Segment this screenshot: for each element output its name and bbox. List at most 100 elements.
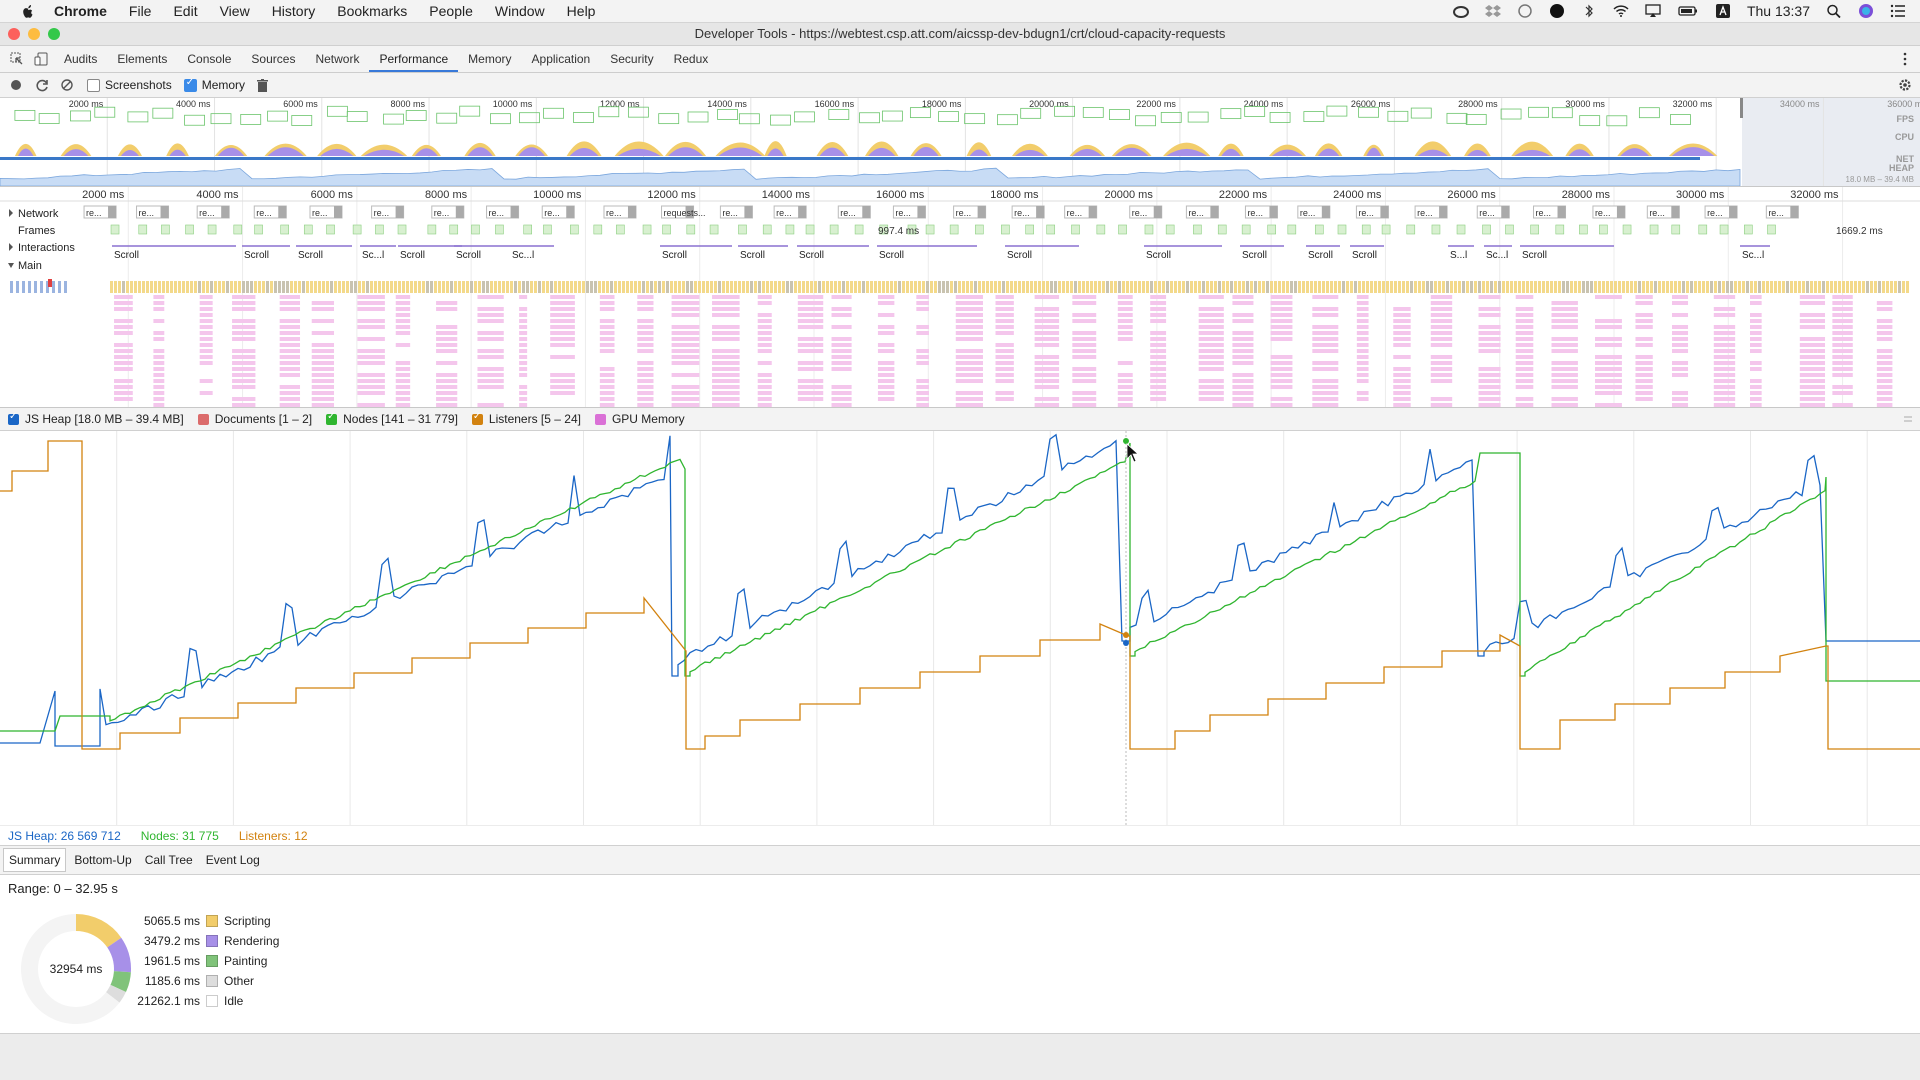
main-thread-paint-slice bbox=[1713, 313, 1736, 317]
frame-block bbox=[161, 224, 170, 235]
tab-redux[interactable]: Redux bbox=[664, 46, 719, 72]
main-thread-task bbox=[1174, 281, 1177, 293]
tab-network[interactable]: Network bbox=[305, 46, 369, 72]
close-window-button[interactable] bbox=[8, 28, 20, 40]
tab-elements[interactable]: Elements bbox=[107, 46, 177, 72]
reload-profile-icon[interactable] bbox=[36, 79, 49, 92]
main-thread-task bbox=[1814, 281, 1817, 293]
frame-block bbox=[185, 224, 194, 235]
timeline-flamechart[interactable]: 2000 ms 4000 ms 6000 ms 8000 ms 10000 ms 1200… bbox=[0, 187, 1920, 407]
main-thread-task bbox=[1486, 281, 1489, 293]
apple-icon[interactable] bbox=[20, 3, 36, 19]
menu-people[interactable]: People bbox=[429, 3, 473, 19]
zoom-window-button[interactable] bbox=[48, 28, 60, 40]
siri-icon[interactable] bbox=[1858, 4, 1874, 18]
main-thread-paint-slice bbox=[637, 391, 654, 395]
main-thread-task bbox=[1750, 281, 1753, 293]
main-thread-task bbox=[1250, 281, 1253, 293]
sync-icon[interactable] bbox=[1517, 4, 1533, 18]
legend-nodes[interactable]: Nodes [141 – 31 779] bbox=[326, 411, 458, 426]
input-source-icon[interactable] bbox=[1715, 4, 1731, 18]
overview-graph[interactable]: 2000 ms 4000 ms 6000 ms 8000 ms 10000 ms 1200… bbox=[0, 98, 1920, 187]
more-menu-icon[interactable] bbox=[1902, 52, 1908, 66]
listeners-checkbox[interactable] bbox=[471, 411, 483, 425]
main-thread-task bbox=[1506, 281, 1509, 293]
battery-icon[interactable] bbox=[1677, 4, 1699, 18]
main-thread-task bbox=[366, 281, 369, 293]
inspect-element-icon[interactable] bbox=[10, 52, 24, 66]
airplay-icon[interactable] bbox=[1645, 4, 1661, 18]
menu-edit[interactable]: Edit bbox=[173, 3, 197, 19]
timeline-overview[interactable]: 2000 ms 4000 ms 6000 ms 8000 ms 10000 ms 1200… bbox=[0, 98, 1920, 187]
timeline-tracks[interactable]: 2000 ms 4000 ms 6000 ms 8000 ms 10000 ms 1200… bbox=[0, 187, 1920, 408]
main-thread-task bbox=[778, 281, 781, 293]
main-thread-paint-slice bbox=[955, 379, 983, 383]
fps-bar bbox=[1187, 111, 1209, 123]
bluetooth-icon[interactable] bbox=[1581, 4, 1597, 18]
main-thread-paint-slice bbox=[1750, 349, 1762, 353]
capture-settings-icon[interactable] bbox=[1898, 78, 1912, 92]
menu-file[interactable]: File bbox=[129, 3, 152, 19]
main-thread-paint-slice bbox=[1515, 367, 1534, 371]
tab-audits[interactable]: Audits bbox=[54, 46, 107, 72]
gpu-memory-checkbox[interactable] bbox=[594, 413, 606, 425]
spotlight-icon[interactable] bbox=[1826, 4, 1842, 18]
main-thread-paint-slice bbox=[1478, 307, 1501, 311]
wifi-icon[interactable] bbox=[1613, 4, 1629, 18]
track-expand-arrow bbox=[9, 243, 13, 251]
tab-call-tree[interactable]: Call Tree bbox=[140, 849, 198, 871]
main-thread-paint-slice bbox=[1312, 349, 1339, 353]
legend-listeners[interactable]: Listeners [5 – 24] bbox=[471, 411, 581, 426]
tab-performance[interactable]: Performance bbox=[369, 46, 459, 72]
main-thread-paint-slice bbox=[1478, 337, 1501, 341]
network-request-tail bbox=[977, 206, 986, 218]
documents-checkbox[interactable] bbox=[197, 413, 209, 425]
counter-graph[interactable] bbox=[0, 431, 1920, 825]
dropbox-icon[interactable] bbox=[1484, 4, 1501, 18]
tab-bottom-up[interactable]: Bottom-Up bbox=[69, 849, 136, 871]
menu-help[interactable]: Help bbox=[567, 3, 596, 19]
main-thread-task bbox=[906, 281, 909, 293]
skype-icon[interactable] bbox=[1549, 4, 1565, 18]
tab-event-log[interactable]: Event Log bbox=[201, 849, 265, 871]
minimize-window-button[interactable] bbox=[28, 28, 40, 40]
tab-summary[interactable]: Summary bbox=[3, 848, 67, 872]
nodes-checkbox[interactable] bbox=[326, 411, 338, 425]
main-thread-task bbox=[1374, 281, 1377, 293]
creative-cloud-icon[interactable] bbox=[1452, 4, 1469, 18]
memory-checkbox[interactable] bbox=[183, 77, 197, 92]
clear-icon[interactable] bbox=[61, 79, 73, 91]
record-icon[interactable] bbox=[10, 79, 22, 91]
legend-documents[interactable]: Documents [1 – 2] bbox=[197, 412, 312, 426]
menu-history[interactable]: History bbox=[272, 3, 316, 19]
menu-bookmarks[interactable]: Bookmarks bbox=[337, 3, 407, 19]
tab-sources[interactable]: Sources bbox=[241, 46, 305, 72]
timeline-tick-label: 6000 ms bbox=[311, 189, 354, 201]
legend-js-heap[interactable]: JS Heap [18.0 MB – 39.4 MB] bbox=[8, 411, 184, 426]
main-thread-task bbox=[762, 281, 765, 293]
tab-console[interactable]: Console bbox=[177, 46, 241, 72]
tab-application[interactable]: Application bbox=[522, 46, 601, 72]
tab-memory[interactable]: Memory bbox=[458, 46, 521, 72]
resize-handle-icon[interactable] bbox=[1904, 416, 1912, 422]
collect-garbage-icon[interactable] bbox=[257, 78, 269, 92]
tab-security[interactable]: Security bbox=[600, 46, 663, 72]
main-thread-paint-slice bbox=[477, 373, 504, 377]
menu-view[interactable]: View bbox=[220, 3, 250, 19]
main-thread-paint-slice bbox=[1393, 379, 1411, 383]
memory-counters-chart[interactable] bbox=[0, 431, 1920, 825]
main-thread-paint-slice bbox=[1232, 301, 1254, 305]
menubar-clock[interactable]: Thu 13:37 bbox=[1747, 3, 1810, 19]
screenshots-checkbox[interactable] bbox=[87, 78, 100, 92]
legend-gpu-memory[interactable]: GPU Memory bbox=[594, 412, 685, 426]
notification-center-icon[interactable] bbox=[1890, 4, 1906, 18]
main-thread-task bbox=[810, 281, 813, 293]
nodes-series-line bbox=[0, 442, 1920, 732]
device-toolbar-icon[interactable] bbox=[34, 52, 48, 66]
js-heap-checkbox[interactable] bbox=[8, 411, 19, 425]
menu-window[interactable]: Window bbox=[495, 3, 545, 19]
main-thread-task bbox=[1442, 281, 1445, 293]
main-thread-task bbox=[1590, 281, 1593, 293]
menu-chrome[interactable]: Chrome bbox=[54, 3, 107, 19]
main-thread-paint-slice bbox=[1270, 307, 1293, 311]
